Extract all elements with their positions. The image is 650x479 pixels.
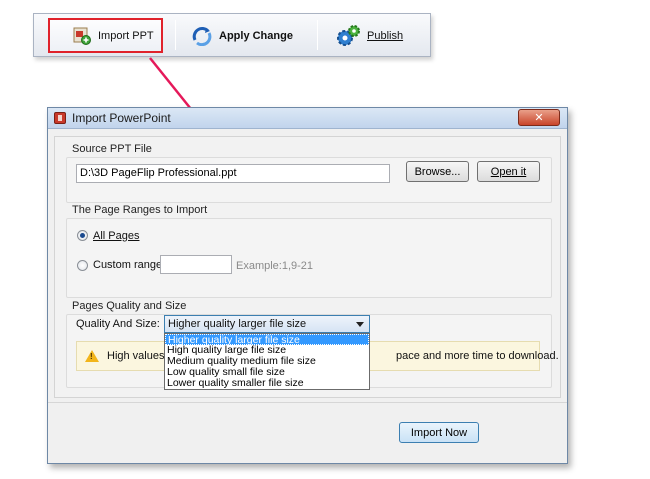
publish-label: Publish [367, 29, 404, 42]
dialog-footer-divider [48, 402, 567, 403]
import-ppt-label: Import PPT [98, 29, 154, 42]
warning-icon: ! [85, 350, 99, 362]
custom-range-label: Custom range: [93, 259, 166, 271]
import-powerpoint-dialog: Import PowerPoint ✕ Source PPT File D:\3… [47, 107, 568, 464]
publish-button[interactable]: Publish [333, 18, 423, 53]
close-icon: ✕ [534, 112, 544, 124]
close-button[interactable]: ✕ [518, 109, 560, 126]
custom-range-input[interactable] [160, 255, 232, 274]
dialog-title: Import PowerPoint [72, 111, 171, 125]
quality-option[interactable]: Lower quality smaller file size [165, 378, 369, 389]
quality-size-label: Quality And Size: [76, 318, 160, 330]
import-ppt-button[interactable]: Import PPT [48, 18, 163, 53]
source-group-label: Source PPT File [72, 143, 152, 155]
import-now-button[interactable]: Import Now [399, 422, 479, 443]
source-path-input[interactable]: D:\3D PageFlip Professional.ppt [76, 164, 390, 183]
chevron-down-icon [356, 322, 364, 327]
gear-icon [337, 24, 360, 46]
all-pages-label: All Pages [93, 230, 140, 242]
main-toolbar: Import PPT Apply Change Publish [33, 13, 431, 57]
ranges-group-label: The Page Ranges to Import [72, 204, 208, 216]
warning-text-right: pace and more time to download. [396, 350, 559, 362]
apply-change-label: Apply Change [219, 29, 293, 42]
apply-change-icon [192, 26, 212, 46]
import-ppt-icon [73, 27, 91, 45]
browse-button[interactable]: Browse... [406, 161, 469, 182]
quality-dropdown-list: Higher quality larger file size High qua… [164, 333, 370, 390]
toolbar-separator [317, 20, 318, 50]
quality-size-select[interactable]: Higher quality larger file size [164, 315, 370, 333]
all-pages-radio[interactable] [77, 230, 88, 241]
range-example-text: Example:1,9-21 [236, 260, 314, 272]
toolbar-separator [175, 20, 176, 50]
open-it-button[interactable]: Open it [477, 161, 540, 182]
apply-change-button[interactable]: Apply Change [187, 18, 297, 53]
powerpoint-icon [54, 112, 66, 124]
dialog-titlebar: Import PowerPoint ✕ [48, 108, 567, 129]
custom-range-radio[interactable] [77, 260, 88, 271]
quality-selected-value: Higher quality larger file size [168, 318, 307, 330]
quality-group-label: Pages Quality and Size [72, 300, 187, 312]
